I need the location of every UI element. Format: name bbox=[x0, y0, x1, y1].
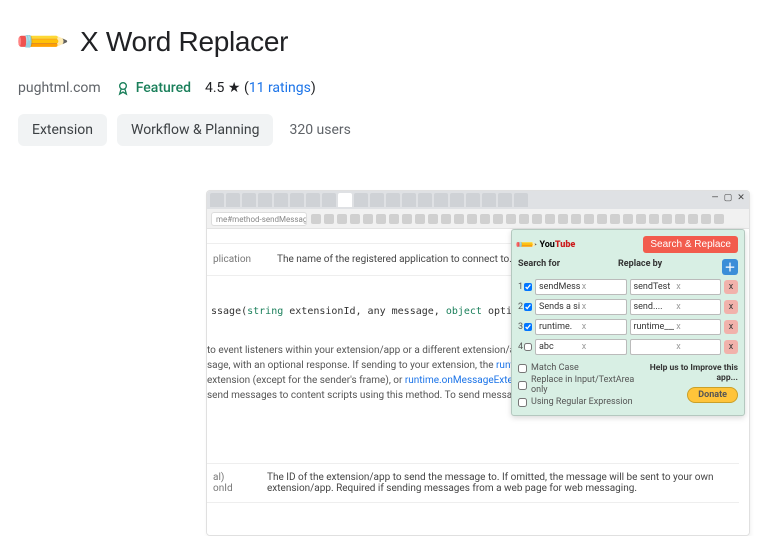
help-link[interactable]: Help us to Improve this app... bbox=[638, 363, 738, 383]
col-search: Search for bbox=[518, 259, 618, 275]
rating-block: 4.5 ★ (11 ratings) bbox=[205, 80, 316, 96]
rule-row-4: 4 abcx x x bbox=[518, 339, 738, 355]
search-input-2[interactable]: Sends a single messagex bbox=[535, 299, 627, 315]
browser-tabstrip: —▢✕ bbox=[207, 191, 749, 209]
clear-icon[interactable]: x bbox=[580, 302, 623, 312]
extension-popup: ✏️ YouTube Search & Replace Search for R… bbox=[511, 229, 745, 416]
search-replace-button[interactable]: Search & Replace bbox=[643, 236, 738, 253]
address-bar[interactable]: me#method-sendMessage bbox=[211, 212, 307, 226]
clear-icon[interactable]: x bbox=[580, 282, 623, 292]
opt-match-case[interactable]: Match Case bbox=[518, 363, 638, 373]
popup-logo: ✏️ YouTube bbox=[518, 237, 575, 253]
col-replace: Replace by bbox=[618, 259, 718, 275]
user-count: 320 users bbox=[289, 122, 350, 138]
doc-key: plication bbox=[213, 254, 277, 265]
delete-row-2[interactable]: x bbox=[724, 300, 738, 314]
doc-link-3[interactable]: web messaging bbox=[564, 483, 634, 494]
pencil-icon: ✏️ bbox=[515, 233, 539, 257]
listing-header: ✏️ X Word Replacer pughtml.com Featured … bbox=[0, 0, 769, 152]
search-input-4[interactable]: abcx bbox=[535, 339, 627, 355]
clear-icon[interactable]: x bbox=[580, 342, 623, 352]
featured-badge: Featured bbox=[115, 80, 191, 96]
replace-input-3[interactable]: runtime___x bbox=[630, 319, 722, 335]
search-input-1[interactable]: sendMessagex bbox=[535, 279, 627, 295]
row-enable-4[interactable] bbox=[524, 343, 532, 351]
row-enable-1[interactable] bbox=[524, 283, 532, 291]
replace-input-2[interactable]: send....x bbox=[630, 299, 722, 315]
publisher-link[interactable]: pughtml.com bbox=[18, 80, 101, 96]
clear-icon[interactable]: x bbox=[674, 282, 717, 292]
award-icon bbox=[115, 80, 131, 96]
clear-icon[interactable]: x bbox=[674, 342, 717, 352]
chip-extension[interactable]: Extension bbox=[18, 114, 107, 146]
delete-row-4[interactable]: x bbox=[724, 340, 738, 354]
rule-row-2: 2 Sends a single messagex send....x x bbox=[518, 299, 738, 315]
search-input-3[interactable]: runtime.x bbox=[535, 319, 627, 335]
app-icon: ✏️ bbox=[8, 8, 76, 76]
opt-regex[interactable]: Using Regular Expression bbox=[518, 397, 638, 407]
ratings-link[interactable]: 11 ratings bbox=[249, 80, 311, 96]
extension-icons bbox=[311, 214, 745, 224]
opt-input-only[interactable]: Replace in Input/TextArea only bbox=[518, 375, 638, 395]
browser-toolbar: me#method-sendMessage bbox=[207, 209, 749, 229]
clear-icon[interactable]: x bbox=[674, 302, 717, 312]
rule-row-3: 3 runtime.x runtime___x x bbox=[518, 319, 738, 335]
youtube-label: YouTube bbox=[539, 240, 575, 250]
rule-row-1: 1 sendMessagex sendTestx x bbox=[518, 279, 738, 295]
chip-category[interactable]: Workflow & Planning bbox=[117, 114, 273, 146]
delete-row-3[interactable]: x bbox=[724, 320, 738, 334]
featured-label: Featured bbox=[136, 80, 191, 96]
window-controls: —▢✕ bbox=[710, 193, 746, 209]
delete-row-1[interactable]: x bbox=[724, 280, 738, 294]
clear-icon[interactable]: x bbox=[674, 322, 717, 332]
param-table: al)onId The ID of the extension/app to s… bbox=[207, 463, 739, 503]
chip-row: Extension Workflow & Planning 320 users bbox=[18, 114, 753, 146]
rating-value: 4.5 bbox=[205, 80, 224, 96]
donate-button[interactable]: Donate bbox=[687, 387, 738, 403]
replace-input-4[interactable]: x bbox=[630, 339, 722, 355]
replace-input-1[interactable]: sendTestx bbox=[630, 279, 722, 295]
app-title: X Word Replacer bbox=[80, 26, 288, 58]
clear-icon[interactable]: x bbox=[580, 322, 623, 332]
row-enable-2[interactable] bbox=[524, 303, 532, 311]
add-row-button[interactable]: ＋ bbox=[722, 259, 738, 275]
screenshot: —▢✕ me#method-sendMessage plication The … bbox=[206, 190, 750, 536]
row-enable-3[interactable] bbox=[524, 323, 532, 331]
star-icon: ★ bbox=[228, 80, 244, 96]
